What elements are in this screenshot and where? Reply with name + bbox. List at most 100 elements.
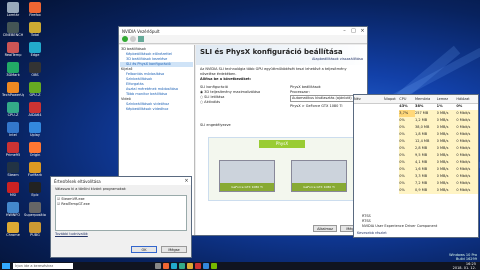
desktop-icon-label: RealTemp bbox=[4, 53, 22, 57]
taskbar-app-icon[interactable] bbox=[187, 263, 193, 269]
notification-dialog[interactable]: Értesítések eltávolítása × Válassza ki a… bbox=[50, 176, 192, 258]
task-manager-window[interactable]: Név Állapot CPU Memória Lemez Hálózat 43% 38% 1… bbox=[353, 94, 479, 238]
table-row[interactable]: 3,7% 257 MB 0 MB/s 0 Mbit/s bbox=[354, 110, 478, 117]
table-cell: 0% bbox=[399, 124, 416, 131]
table-row[interactable]: 0% 1,2 MB 0 MB/s 0 Mbit/s bbox=[354, 117, 478, 124]
nvidia-title: NVIDIA Vezérlőpult bbox=[122, 28, 160, 34]
table-cell: 1,8 MB bbox=[415, 131, 437, 138]
desktop-icon-label: FurMark bbox=[27, 173, 43, 177]
desktop-icon[interactable]: RealTemp bbox=[2, 42, 24, 57]
home-icon[interactable] bbox=[138, 36, 144, 42]
table-row[interactable]: 0% 38,0 MB 0 MB/s 0 Mbit/s bbox=[354, 124, 478, 131]
maximize-button[interactable]: □ bbox=[349, 27, 358, 35]
dialog-cancel-button[interactable]: Mégse bbox=[161, 246, 187, 253]
process-row[interactable]: NVIDIA User Experience Driver Component bbox=[354, 224, 478, 229]
table-cell: 0 Mbit/s bbox=[456, 131, 478, 138]
desktop-icon[interactable]: Total bbox=[24, 22, 46, 37]
dialog-list-item[interactable]: ☑ RealTempGT.exe bbox=[57, 202, 185, 207]
table-row[interactable]: 0% 2,8 MB 0 MB/s 0 Mbit/s bbox=[354, 145, 478, 152]
taskbar-app-icon[interactable] bbox=[155, 263, 161, 269]
table-row[interactable]: 0% 4,1 MB 0 MB/s 0 Mbit/s bbox=[354, 159, 478, 166]
sli-option-disable-label: SLI letiltása bbox=[204, 95, 225, 99]
dialog-close-button[interactable]: × bbox=[182, 177, 191, 185]
desktop-icon-label: Chrome bbox=[6, 233, 20, 237]
desktop-icon[interactable]: Epic bbox=[24, 182, 46, 197]
desktop-icon[interactable]: OBS bbox=[24, 62, 46, 77]
table-cell: 1,6 MB bbox=[415, 166, 437, 173]
dialog-ok-button[interactable]: OK bbox=[131, 246, 157, 253]
section-label: Állítsa be a következőket: bbox=[200, 77, 252, 81]
tree-item[interactable]: Képbeállítások videóhoz bbox=[120, 107, 193, 112]
taskbar-app-icon[interactable] bbox=[163, 263, 169, 269]
desktop-icon[interactable]: AIDA64 bbox=[24, 102, 46, 117]
desktop-icon[interactable]: Edge bbox=[24, 42, 46, 57]
desktop-icon[interactable]: Origin bbox=[24, 142, 46, 157]
page-heading: SLI és PhysX konfiguráció beállítása bbox=[200, 48, 343, 56]
table-row[interactable]: 0% 3,3 MB 0 MB/s 0 Mbit/s bbox=[354, 173, 478, 180]
apply-button[interactable]: Alkalmaz bbox=[313, 225, 337, 232]
table-cell: 0 Mbit/s bbox=[456, 110, 478, 117]
taskbar-app-icon[interactable] bbox=[179, 263, 185, 269]
table-row[interactable]: 0% 0,9 MB 0 MB/s 0 Mbit/s bbox=[354, 187, 478, 194]
table-row[interactable]: 0% 7,2 MB 0 MB/s 0 Mbit/s bbox=[354, 180, 478, 187]
restore-defaults-link[interactable]: Alapbeállítások visszaállítása bbox=[312, 57, 363, 61]
desktop-icon[interactable]: Intel bbox=[2, 122, 24, 137]
app-icon bbox=[29, 142, 41, 153]
close-button[interactable]: × bbox=[358, 27, 367, 35]
sli-option-activate[interactable]: ○ Aktiválás bbox=[200, 100, 276, 105]
desktop-icon[interactable]: FurMark bbox=[24, 162, 46, 177]
desktop-icon[interactable]: PUBG bbox=[24, 222, 46, 237]
column-header[interactable]: Lemez bbox=[437, 95, 457, 103]
desktop-icon[interactable]: HWiNFO bbox=[2, 202, 24, 217]
taskbar-app-icon[interactable] bbox=[211, 263, 217, 269]
table-cell: 7,2 MB bbox=[415, 180, 437, 187]
desktop-icon[interactable]: CPU-Z bbox=[2, 102, 24, 117]
table-row[interactable]: 0% 9,5 MB 0 MB/s 0 Mbit/s bbox=[354, 152, 478, 159]
desktop-icon[interactable]: Firefox bbox=[24, 2, 46, 17]
minimize-button[interactable]: – bbox=[340, 27, 349, 35]
table-cell: 38,0 MB bbox=[415, 124, 437, 131]
desktop-icon[interactable]: TechPowerUp bbox=[2, 82, 24, 97]
desktop-icon[interactable]: Chrome bbox=[2, 222, 24, 237]
table-cell: 0 MB/s bbox=[436, 131, 457, 138]
table-row[interactable]: 0% 1,6 MB 0 MB/s 0 Mbit/s bbox=[354, 166, 478, 173]
start-icon[interactable] bbox=[2, 263, 10, 269]
table-cell: 0 Mbit/s bbox=[456, 117, 478, 124]
desktop-icon[interactable]: MSI bbox=[2, 182, 24, 197]
app-icon bbox=[7, 122, 19, 133]
app-icon bbox=[29, 82, 41, 93]
table-row[interactable]: 0% 1,8 MB 0 MB/s 0 Mbit/s bbox=[354, 131, 478, 138]
desktop-icon[interactable]: Superposition bbox=[24, 202, 46, 217]
column-header[interactable]: Memória bbox=[415, 95, 437, 103]
taskbar-app-icon[interactable] bbox=[171, 263, 177, 269]
desktop-icon-label: TechPowerUp bbox=[2, 93, 24, 97]
column-header[interactable]: Hálózat bbox=[456, 95, 478, 103]
desktop-icon[interactable]: 3DMark bbox=[2, 62, 24, 77]
desktop-icon-label: CINEBENCH bbox=[2, 33, 24, 37]
desktop-icon[interactable]: GPU-Z bbox=[24, 82, 46, 97]
forward-icon[interactable] bbox=[130, 36, 136, 42]
taskbar-app-icon[interactable] bbox=[203, 263, 209, 269]
dialog-help-link[interactable]: További tudnivalók bbox=[51, 232, 191, 237]
column-header[interactable]: Név bbox=[354, 95, 384, 103]
table-cell: 0,9 MB bbox=[415, 187, 437, 194]
desktop-icon[interactable]: Lomtár bbox=[2, 2, 24, 17]
search-box[interactable]: Írjon ide a kereséshez bbox=[13, 263, 73, 269]
desktop-icon[interactable]: Steam bbox=[2, 162, 24, 177]
desktop-icon[interactable]: Prime95 bbox=[2, 142, 24, 157]
table-cell: 0 MB/s bbox=[436, 138, 457, 145]
table-row[interactable]: 0% 12,4 MB 0 MB/s 0 Mbit/s bbox=[354, 138, 478, 145]
table-cell: 0 MB/s bbox=[436, 124, 457, 131]
taskbar-app-icon[interactable] bbox=[195, 263, 201, 269]
desktop-icon[interactable]: Uplay bbox=[24, 122, 46, 137]
desktop-icon[interactable]: CINEBENCH bbox=[2, 22, 24, 37]
nvidia-content: SLI és PhysX konfiguráció beállítása Ala… bbox=[196, 45, 367, 235]
desktop-icon-label: GPU-Z bbox=[29, 93, 41, 97]
column-header[interactable]: CPU bbox=[399, 95, 415, 103]
nvidia-titlebar[interactable]: NVIDIA Vezérlőpult – □ × bbox=[119, 27, 367, 35]
column-header[interactable]: Állapot bbox=[384, 95, 400, 103]
back-icon[interactable] bbox=[122, 36, 128, 42]
app-icon bbox=[7, 82, 19, 93]
dialog-titlebar[interactable]: Értesítések eltávolítása × bbox=[51, 177, 191, 185]
fewer-details-link[interactable]: Kevesebb részlet bbox=[357, 231, 387, 236]
